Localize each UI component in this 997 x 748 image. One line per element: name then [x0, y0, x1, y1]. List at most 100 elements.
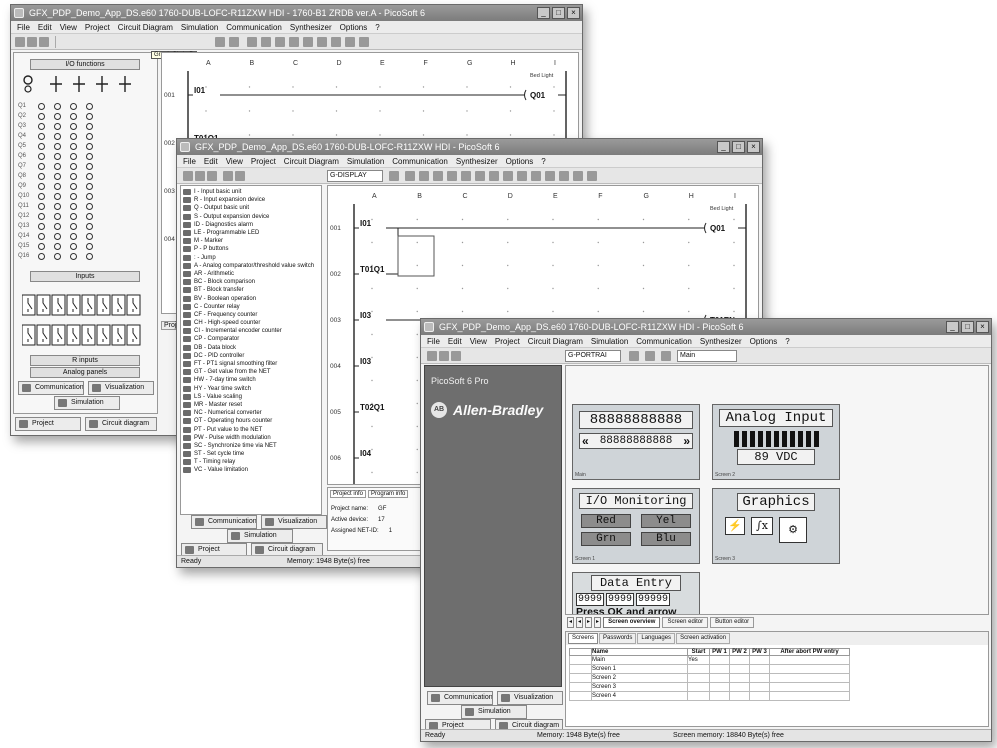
menu-edit[interactable]: Edit [448, 335, 462, 347]
indicator-lamp[interactable] [70, 232, 77, 240]
simulation-button[interactable]: Simulation [227, 529, 293, 543]
tool-icon[interactable] [345, 37, 355, 47]
indicator-lamp[interactable] [54, 122, 61, 130]
tool-icon[interactable] [303, 37, 313, 47]
indicator-lamp[interactable] [70, 192, 77, 200]
menu-view[interactable]: View [470, 335, 487, 347]
indicator-lamp[interactable] [86, 122, 93, 130]
indicator-lamp[interactable] [54, 102, 61, 110]
indicator-lamp[interactable] [38, 252, 45, 260]
row-handle[interactable] [569, 673, 592, 683]
indicator-lamp[interactable] [86, 212, 93, 220]
close-button[interactable]: × [747, 141, 760, 153]
tree-item[interactable]: PW - Pulse width modulation [181, 434, 321, 442]
tool-icon[interactable] [503, 171, 513, 181]
visualization-button[interactable]: Visualization [88, 381, 154, 395]
col-after-abort[interactable]: After abort PW entry [769, 648, 850, 656]
indicator-lamp[interactable] [70, 202, 77, 210]
menu-project[interactable]: Project [85, 21, 110, 33]
tree-item[interactable]: GT - Get value from the NET [181, 368, 321, 376]
zoom-select[interactable]: Main [677, 350, 737, 362]
minimize-button[interactable]: _ [946, 321, 959, 333]
indicator-lamp[interactable] [70, 252, 77, 260]
tool-icon[interactable] [461, 171, 471, 181]
tool-icon[interactable] [275, 37, 285, 47]
save-icon[interactable] [451, 351, 461, 361]
simulation-button[interactable]: Simulation [54, 396, 120, 410]
cell-after-abort[interactable] [769, 664, 850, 674]
open-icon[interactable] [195, 171, 205, 181]
cell-name[interactable]: Screen 2 [591, 673, 688, 683]
indicator-lamp[interactable] [38, 122, 45, 130]
input-switch[interactable] [51, 324, 66, 346]
indicator-lamp[interactable] [70, 102, 77, 110]
indicator-lamp[interactable] [54, 142, 61, 150]
tool-icon[interactable] [489, 171, 499, 181]
indicator-lamp[interactable] [70, 242, 77, 250]
r-inputs-header[interactable]: R inputs [30, 355, 140, 366]
tree-item[interactable]: Q - Output basic unit [181, 204, 321, 212]
close-button[interactable]: × [567, 7, 580, 19]
menu-options[interactable]: Options [750, 335, 778, 347]
cell-start[interactable] [687, 664, 710, 674]
maximize-button[interactable]: □ [961, 321, 974, 333]
cell-pw1[interactable] [709, 682, 730, 692]
menu-synthesizer[interactable]: Synthesizer [290, 21, 332, 33]
indicator-lamp[interactable] [86, 232, 93, 240]
tool-icon[interactable] [447, 171, 457, 181]
indicator-lamp[interactable] [38, 112, 45, 120]
menu-options[interactable]: Options [506, 155, 534, 167]
open-icon[interactable] [27, 37, 37, 47]
input-switch-grid[interactable] [22, 287, 152, 351]
project-button[interactable]: Project [15, 417, 81, 431]
nav-last-icon[interactable]: ▸ [594, 617, 602, 628]
new-icon[interactable] [183, 171, 193, 181]
menu-help[interactable]: ? [785, 335, 789, 347]
tree-item[interactable]: DB - Data block [181, 344, 321, 352]
communication-button[interactable]: Communication [427, 691, 493, 705]
zoom-in-icon[interactable] [645, 351, 655, 361]
cell-after-abort[interactable] [769, 655, 850, 665]
input-switch[interactable] [126, 294, 141, 316]
tool-icon[interactable] [331, 37, 341, 47]
tree-item[interactable]: DC - PID controller [181, 352, 321, 360]
indicator-lamp[interactable] [54, 162, 61, 170]
tree-item[interactable]: NC - Numerical converter [181, 409, 321, 417]
cell-after-abort[interactable] [769, 673, 850, 683]
window-back-titlebar[interactable]: GFX_PDP_Demo_App_DS.e60 1760-DUB-LOFC-R1… [11, 5, 582, 21]
tree-item[interactable]: I - Input basic unit [181, 188, 321, 196]
indicator-lamp[interactable] [70, 112, 77, 120]
indicator-lamp[interactable] [86, 132, 93, 140]
input-switch[interactable] [81, 324, 96, 346]
screen-card-graphics[interactable]: Graphics ⚡ ∫x ⚙ Screen 3 [712, 488, 840, 564]
window-front[interactable]: GFX_PDP_Demo_App_DS.e60 1760-DUB-LOFC-R1… [420, 318, 992, 742]
minimize-button[interactable]: _ [537, 7, 550, 19]
tool-icon[interactable] [531, 171, 541, 181]
indicator-lamp[interactable] [38, 192, 45, 200]
indicator-lamp[interactable] [38, 182, 45, 190]
menu-file[interactable]: File [427, 335, 440, 347]
indicator-lamp[interactable] [54, 192, 61, 200]
indicator-lamp[interactable] [38, 162, 45, 170]
screen-card-data-entry[interactable]: Data Entry 9999 9999 99999 Press OK and … [572, 572, 700, 614]
input-switch[interactable] [126, 324, 141, 346]
indicator-lamp[interactable] [54, 252, 61, 260]
col-start[interactable]: Start [687, 648, 710, 656]
tab-passwords[interactable]: Passwords [599, 633, 637, 644]
cell-pw3[interactable] [749, 691, 770, 701]
indicator-lamp[interactable] [86, 112, 93, 120]
menu-edit[interactable]: Edit [38, 21, 52, 33]
indicator-lamp[interactable] [70, 222, 77, 230]
tree-item[interactable]: ID - Diagnostics alarm [181, 221, 321, 229]
menu-edit[interactable]: Edit [204, 155, 218, 167]
tree-item[interactable]: M - Marker [181, 237, 321, 245]
cell-start[interactable] [687, 691, 710, 701]
tool-icon[interactable] [587, 171, 597, 181]
visualization-button[interactable]: Visualization [497, 691, 563, 705]
cell-name[interactable]: Main [591, 655, 688, 665]
communication-button[interactable]: Communication [18, 381, 84, 395]
menu-help[interactable]: ? [541, 155, 545, 167]
menu-help[interactable]: ? [375, 21, 379, 33]
row-handle[interactable] [569, 664, 592, 674]
indicator-lamp[interactable] [54, 182, 61, 190]
